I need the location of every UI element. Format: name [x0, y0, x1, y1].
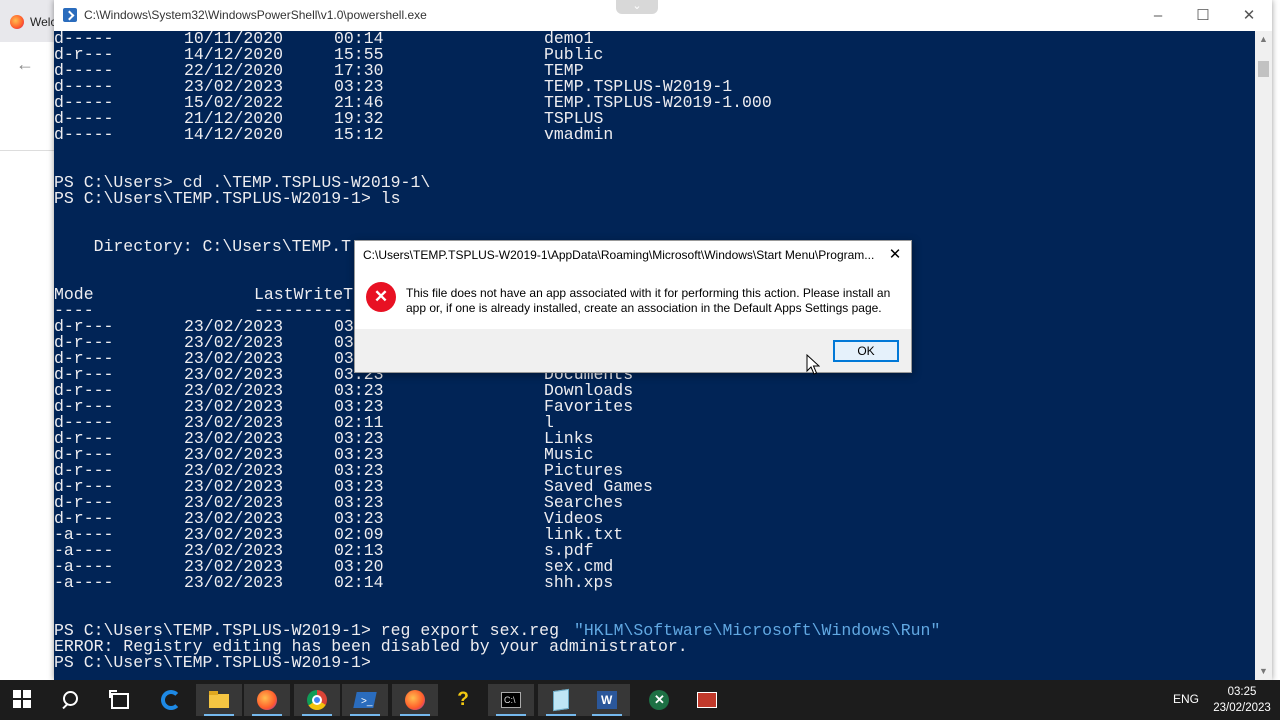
taskbar-button-8[interactable]: >_	[342, 684, 388, 716]
excel-icon: ✕	[649, 690, 669, 710]
error-icon: ✕	[366, 282, 396, 312]
taskbar-button-11[interactable]: C:\	[488, 684, 534, 716]
chevron-down-icon[interactable]: ⌄	[616, 0, 658, 14]
maximize-button[interactable]: ☐	[1180, 0, 1226, 31]
time-cell: 15:12	[334, 125, 384, 144]
clock[interactable]: 03:25 23/02/2023	[1210, 684, 1274, 716]
taskbar-button-12[interactable]	[538, 684, 584, 716]
browser-tab-label[interactable]: Welc	[30, 15, 56, 29]
clock-date: 23/02/2023	[1213, 702, 1271, 714]
app-icon	[697, 690, 717, 710]
taskbar-button-15[interactable]	[684, 684, 730, 716]
dialog-message: This file does not have an app associate…	[406, 286, 891, 315]
powershell-icon	[63, 8, 77, 22]
error-dialog: C:\Users\TEMP.TSPLUS-W2019-1\AppData\Roa…	[354, 240, 912, 373]
date-cell: 23/02/2023	[184, 573, 284, 592]
scrollbar-thumb[interactable]	[1258, 61, 1269, 77]
task-view-icon	[109, 690, 129, 710]
taskbar-button-4[interactable]	[148, 684, 194, 716]
time-cell: 02:14	[334, 573, 384, 592]
dialog-close-button[interactable]: ✕	[881, 241, 909, 269]
ok-button[interactable]: OK	[833, 340, 899, 362]
dialog-title: C:\Users\TEMP.TSPLUS-W2019-1\AppData\Roa…	[363, 248, 875, 262]
taskbar-button-10[interactable]: ?	[440, 684, 486, 716]
mode-cell: -a----	[54, 573, 114, 592]
dialog-footer	[355, 329, 911, 372]
taskbar-button-3[interactable]	[96, 684, 142, 716]
taskbar-button-7[interactable]	[294, 684, 340, 716]
name-cell: Favorites	[544, 397, 634, 416]
directory-text: Directory: C:\Users\TEMP.T	[54, 237, 352, 256]
scrollbar[interactable]: ▲ ▼	[1255, 31, 1272, 680]
mouse-cursor-icon	[806, 354, 820, 375]
prompt-text: PS C:\Users\TEMP.TSPLUS-W2019-1> ls	[54, 189, 401, 208]
divider	[0, 150, 54, 151]
prompt-text: PS C:\Users\TEMP.TSPLUS-W2019-1>	[54, 653, 371, 672]
taskbar-button-1[interactable]	[0, 684, 46, 716]
name-cell: shh.xps	[544, 573, 614, 592]
back-arrow-icon[interactable]: ←	[16, 54, 34, 75]
minimize-button[interactable]: –	[1135, 0, 1181, 31]
word-icon: W	[597, 690, 617, 710]
taskbar-button-13[interactable]: W	[584, 684, 630, 716]
taskbar-button-6[interactable]	[244, 684, 290, 716]
browser-tabstrip: Welc	[0, 0, 56, 42]
taskbar: >_? C:\ W ✕ ENG 03:25 23/02/2023	[0, 680, 1280, 720]
close-button[interactable]: ✕	[1226, 0, 1272, 31]
notepad-icon	[551, 688, 571, 712]
file-explorer-icon	[209, 690, 229, 710]
taskbar-button-14[interactable]: ✕	[636, 684, 682, 716]
taskbar-button-5[interactable]	[196, 684, 242, 716]
help-icon: ?	[457, 689, 469, 710]
firefox-icon	[405, 690, 425, 710]
taskbar-button-9[interactable]	[392, 684, 438, 716]
date-cell: 14/12/2020	[184, 125, 284, 144]
cmd-icon: C:\	[501, 690, 521, 710]
firefox-icon	[10, 15, 24, 29]
background-browser-window: Welc ←	[0, 0, 56, 690]
clock-time: 03:25	[1227, 686, 1257, 698]
powershell-icon: >_	[353, 690, 377, 710]
chrome-icon	[307, 690, 327, 710]
mode-cell: d-----	[54, 125, 114, 144]
title-bar[interactable]: C:\Windows\System32\WindowsPowerShell\v1…	[54, 0, 1272, 31]
firefox-icon	[257, 690, 277, 710]
taskbar-button-2[interactable]	[48, 684, 94, 716]
scroll-down-icon[interactable]: ▼	[1255, 663, 1272, 680]
scroll-up-icon[interactable]: ▲	[1255, 31, 1272, 48]
name-cell: vmadmin	[544, 125, 614, 144]
edge-icon	[161, 690, 181, 710]
search-icon	[61, 690, 81, 710]
windows-start-icon	[13, 690, 33, 710]
language-indicator[interactable]: ENG	[1173, 692, 1199, 706]
window-title: C:\Windows\System32\WindowsPowerShell\v1…	[84, 8, 427, 22]
